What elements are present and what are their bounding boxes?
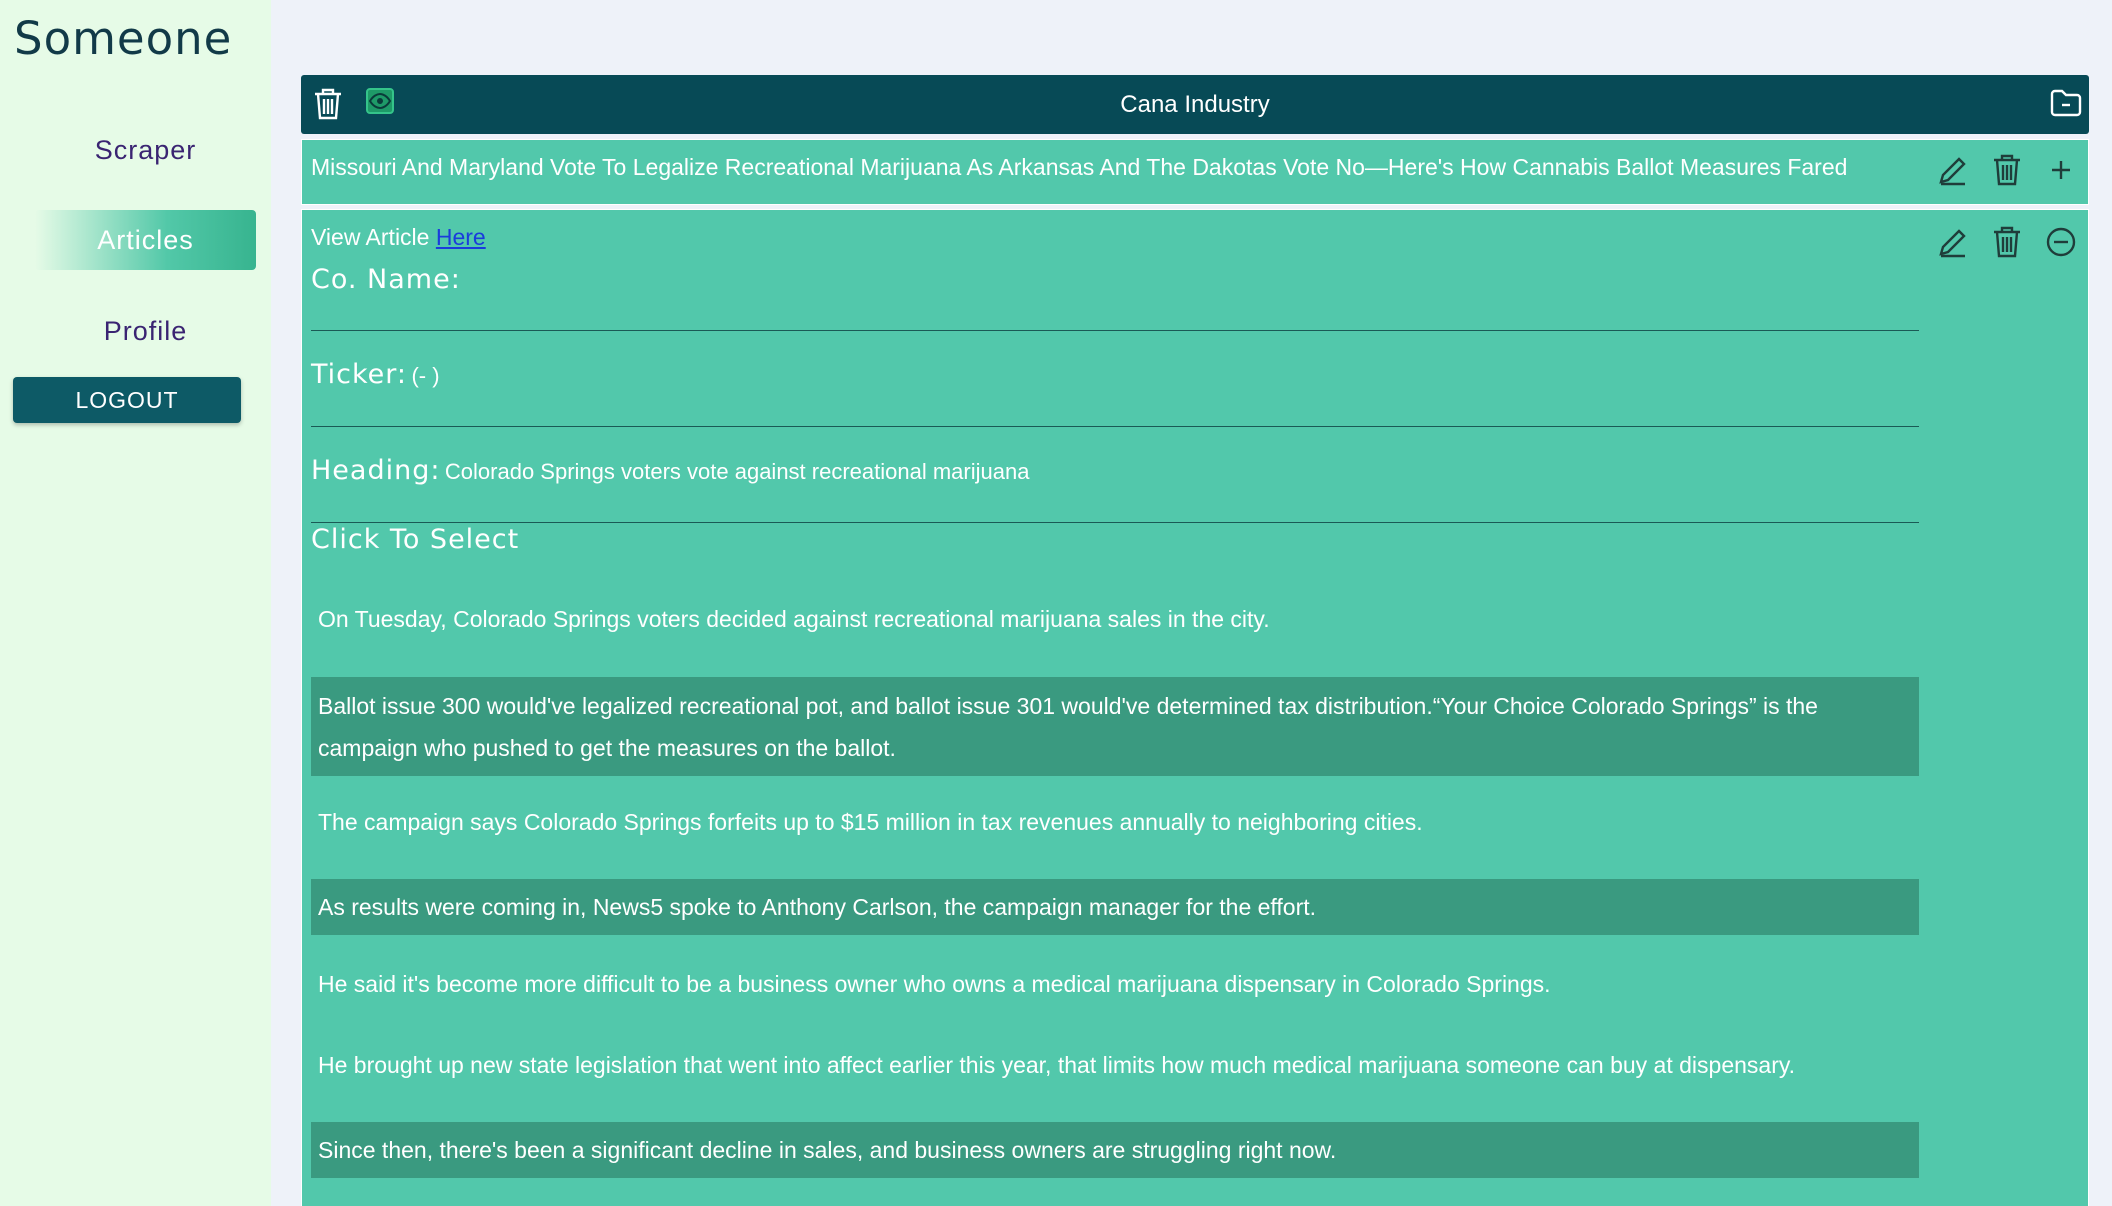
minus-circle-icon[interactable] — [2034, 222, 2088, 262]
heading-field[interactable]: Heading: Colorado Springs voters vote ag… — [311, 427, 1919, 523]
paragraph-item[interactable]: The campaign says Colorado Springs forfe… — [311, 794, 1919, 850]
edit-icon[interactable] — [1926, 222, 1980, 262]
paragraph-item[interactable]: On Tuesday, Colorado Springs voters deci… — [311, 591, 1919, 647]
trash-icon[interactable] — [1980, 222, 2034, 262]
detail-actions — [1926, 222, 2088, 262]
nav-item-scraper[interactable]: Scraper — [35, 120, 256, 180]
main-content: Cana Industry Missouri And Maryland Vote… — [301, 75, 2089, 1206]
paragraph-item[interactable]: He brought up new state legislation that… — [311, 1037, 1919, 1093]
trash-icon[interactable] — [1980, 150, 2034, 190]
heading-label: Heading: — [311, 455, 441, 486]
ticker-label: Ticker: — [311, 359, 408, 390]
article-title: Missouri And Maryland Vote To Legalize R… — [311, 154, 1848, 180]
co-name-label: Co. Name: — [311, 264, 461, 295]
edit-icon[interactable] — [1926, 150, 1980, 190]
sidebar: Someone Scraper Articles Profile LOGOUT — [0, 0, 271, 1206]
article-actions — [1926, 150, 2088, 190]
article-row[interactable]: Missouri And Maryland Vote To Legalize R… — [301, 139, 2089, 205]
brand-title: Someone — [14, 12, 233, 65]
logout-button[interactable]: LOGOUT — [13, 377, 241, 423]
ticker-value: (- ) — [411, 363, 440, 388]
co-name-field[interactable]: Co. Name: — [311, 210, 1919, 331]
folder-icon[interactable] — [2049, 88, 2083, 118]
eye-icon[interactable] — [365, 87, 395, 115]
paragraph-item-selected[interactable]: Ballot issue 300 would've legalized recr… — [311, 677, 1919, 776]
trash-icon[interactable] — [313, 87, 343, 121]
nav-item-articles[interactable]: Articles — [35, 210, 256, 270]
paragraph-item[interactable]: He said it's become more difficult to be… — [311, 956, 1919, 1012]
nav-item-profile[interactable]: Profile — [35, 301, 256, 361]
app-root: Someone Scraper Articles Profile LOGOUT … — [0, 0, 2112, 1206]
heading-value: Colorado Springs voters vote against rec… — [444, 459, 1030, 484]
ticker-field[interactable]: Ticker: (- ) — [311, 331, 1919, 427]
click-to-select-title: Click To Select — [311, 524, 520, 555]
industry-title: Cana Industry — [1120, 90, 1270, 118]
paragraph-item-selected[interactable]: Since then, there's been a significant d… — [311, 1122, 1919, 1178]
article-detail-panel: View Article Here Co. Name: Ticker: (- )… — [301, 209, 2089, 1206]
plus-icon[interactable] — [2034, 150, 2088, 190]
paragraph-item-selected[interactable]: As results were coming in, News5 spoke t… — [311, 879, 1919, 935]
industry-header: Cana Industry — [301, 75, 2089, 134]
